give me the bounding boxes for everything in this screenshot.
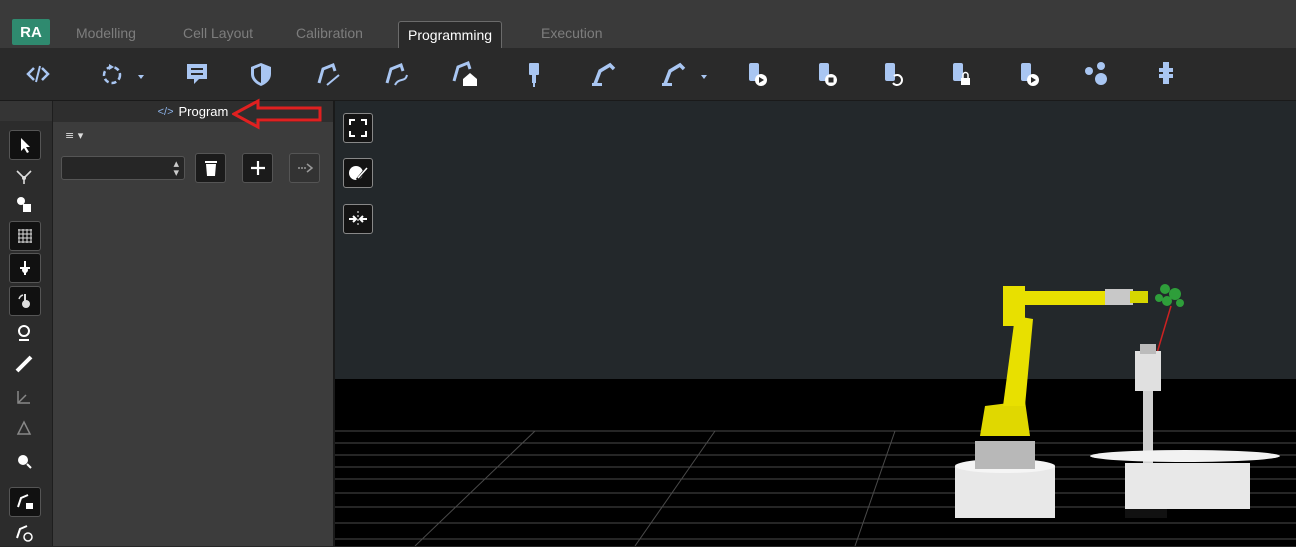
- ruler-icon[interactable]: [9, 350, 39, 378]
- tab-programming[interactable]: Programming: [398, 21, 503, 48]
- robot-curve-icon[interactable]: [376, 56, 416, 92]
- rotate-target-icon[interactable]: [92, 56, 132, 92]
- tracker-refresh-icon[interactable]: [872, 56, 912, 92]
- probe-icon[interactable]: [1146, 56, 1186, 92]
- main-toolbar: [0, 48, 1296, 101]
- panel-menu-button[interactable]: ≡ ▾: [65, 129, 83, 142]
- location-icon[interactable]: [9, 319, 39, 347]
- scene-canvas: [335, 101, 1296, 546]
- fit-icon: [349, 211, 367, 227]
- tab-bar: RA Modelling Cell Layout Calibration Pro…: [0, 0, 1296, 48]
- tool-icon[interactable]: [514, 56, 554, 92]
- fullscreen-button[interactable]: [343, 113, 373, 143]
- chevron-down-icon[interactable]: [137, 73, 145, 81]
- trash-icon: [204, 161, 217, 176]
- step-forward-button[interactable]: [289, 153, 320, 183]
- safety-shield-icon[interactable]: [241, 56, 281, 92]
- tracker-play-icon[interactable]: [736, 56, 776, 92]
- robot-add-icon[interactable]: [9, 519, 39, 547]
- left-tool-column: [0, 101, 53, 546]
- grid-icon[interactable]: [9, 221, 41, 251]
- paint-button[interactable]: [343, 158, 373, 188]
- tab-cell-layout[interactable]: Cell Layout: [183, 22, 253, 44]
- robot-arm-icon[interactable]: [583, 56, 623, 92]
- plane-icon[interactable]: [9, 414, 39, 442]
- frame-icon[interactable]: [9, 383, 39, 411]
- network-icon[interactable]: [1076, 56, 1116, 92]
- tracker-stop-icon[interactable]: [806, 56, 846, 92]
- add-program-button[interactable]: [242, 153, 273, 183]
- object-icon[interactable]: [9, 191, 39, 219]
- plus-icon: [250, 161, 265, 175]
- program-panel: </> Program ≡ ▾ ▴ ▾: [53, 101, 335, 546]
- tracker-lock-icon[interactable]: [940, 56, 980, 92]
- paint-icon: [349, 166, 368, 181]
- move-icon[interactable]: [9, 253, 41, 283]
- part-icon[interactable]: [9, 447, 39, 475]
- fullscreen-icon: [349, 119, 367, 137]
- robot-path-icon[interactable]: [308, 56, 348, 92]
- panel-title: Program: [178, 104, 229, 119]
- robot-arm-dropdown-icon[interactable]: [653, 56, 693, 92]
- pointer-icon[interactable]: [9, 130, 41, 160]
- app-logo: RA: [12, 19, 50, 45]
- left-column-header: [0, 101, 52, 121]
- annotation-arrow-icon: [232, 98, 322, 130]
- dots-arrow-icon: [297, 163, 313, 173]
- tab-modelling[interactable]: Modelling: [76, 22, 136, 44]
- chevron-down-icon[interactable]: [700, 73, 708, 81]
- code-icon: </>: [157, 105, 174, 118]
- 3d-viewport[interactable]: [335, 101, 1296, 546]
- tab-execution[interactable]: Execution: [541, 22, 602, 44]
- rotate-icon[interactable]: [9, 286, 41, 316]
- comment-icon[interactable]: [177, 56, 217, 92]
- tab-calibration[interactable]: Calibration: [296, 22, 363, 44]
- target-icon[interactable]: [9, 162, 39, 190]
- program-select[interactable]: ▴ ▾: [61, 156, 185, 180]
- spinner-arrows-icon: ▴ ▾: [173, 157, 179, 179]
- fit-view-button[interactable]: [343, 204, 373, 234]
- code-icon[interactable]: [18, 56, 58, 92]
- robot-lock-icon[interactable]: [9, 487, 41, 517]
- tracker-run-icon[interactable]: [1008, 56, 1048, 92]
- robot-home-icon[interactable]: [444, 56, 484, 92]
- delete-program-button[interactable]: [195, 153, 226, 183]
